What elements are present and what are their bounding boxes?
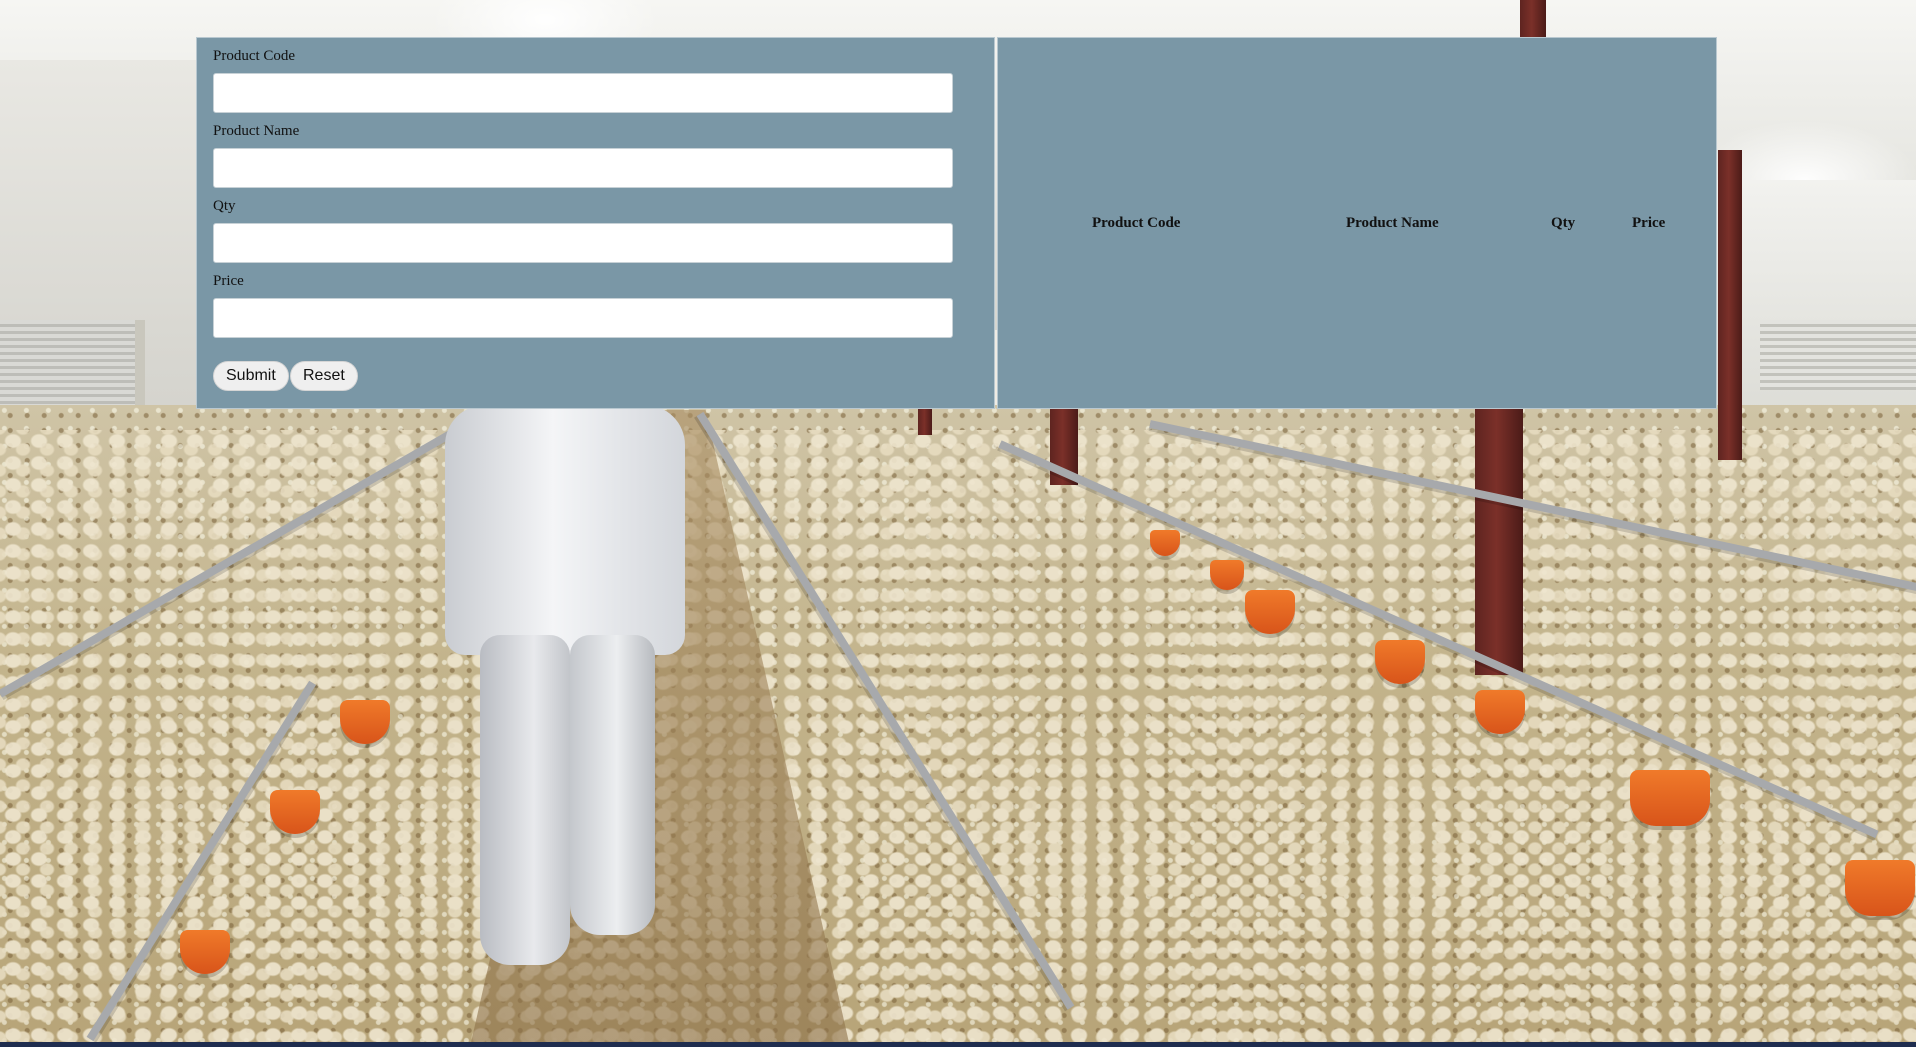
qty-input[interactable] bbox=[213, 223, 953, 263]
column-header-price: Price bbox=[1632, 215, 1666, 231]
barn-pillar bbox=[1718, 150, 1742, 460]
qty-label: Qty bbox=[213, 198, 236, 214]
reset-button[interactable]: Reset bbox=[290, 361, 358, 391]
product-name-input[interactable] bbox=[213, 148, 953, 188]
product-name-label: Product Name bbox=[213, 123, 300, 139]
price-input[interactable] bbox=[213, 298, 953, 338]
price-label: Price bbox=[213, 273, 244, 289]
barn-pillar bbox=[918, 405, 932, 435]
barn-right-vent bbox=[1760, 320, 1916, 390]
feeder-pan bbox=[1630, 770, 1710, 826]
column-header-product-name: Product Name bbox=[1346, 215, 1439, 231]
column-header-qty: Qty bbox=[1551, 215, 1576, 231]
product-code-input[interactable] bbox=[213, 73, 953, 113]
product-form: Product Code Product Name Qty Price Subm… bbox=[196, 37, 995, 409]
product-code-label: Product Code bbox=[213, 48, 296, 64]
farm-worker bbox=[420, 405, 710, 965]
barn-pillar bbox=[1475, 405, 1523, 675]
product-table: Product Code Product Name Qty Price bbox=[997, 37, 1717, 409]
column-header-product-code: Product Code bbox=[1092, 215, 1181, 231]
bottom-edge bbox=[0, 1042, 1916, 1047]
feeder-pan bbox=[1845, 860, 1915, 916]
submit-button[interactable]: Submit bbox=[213, 361, 289, 391]
